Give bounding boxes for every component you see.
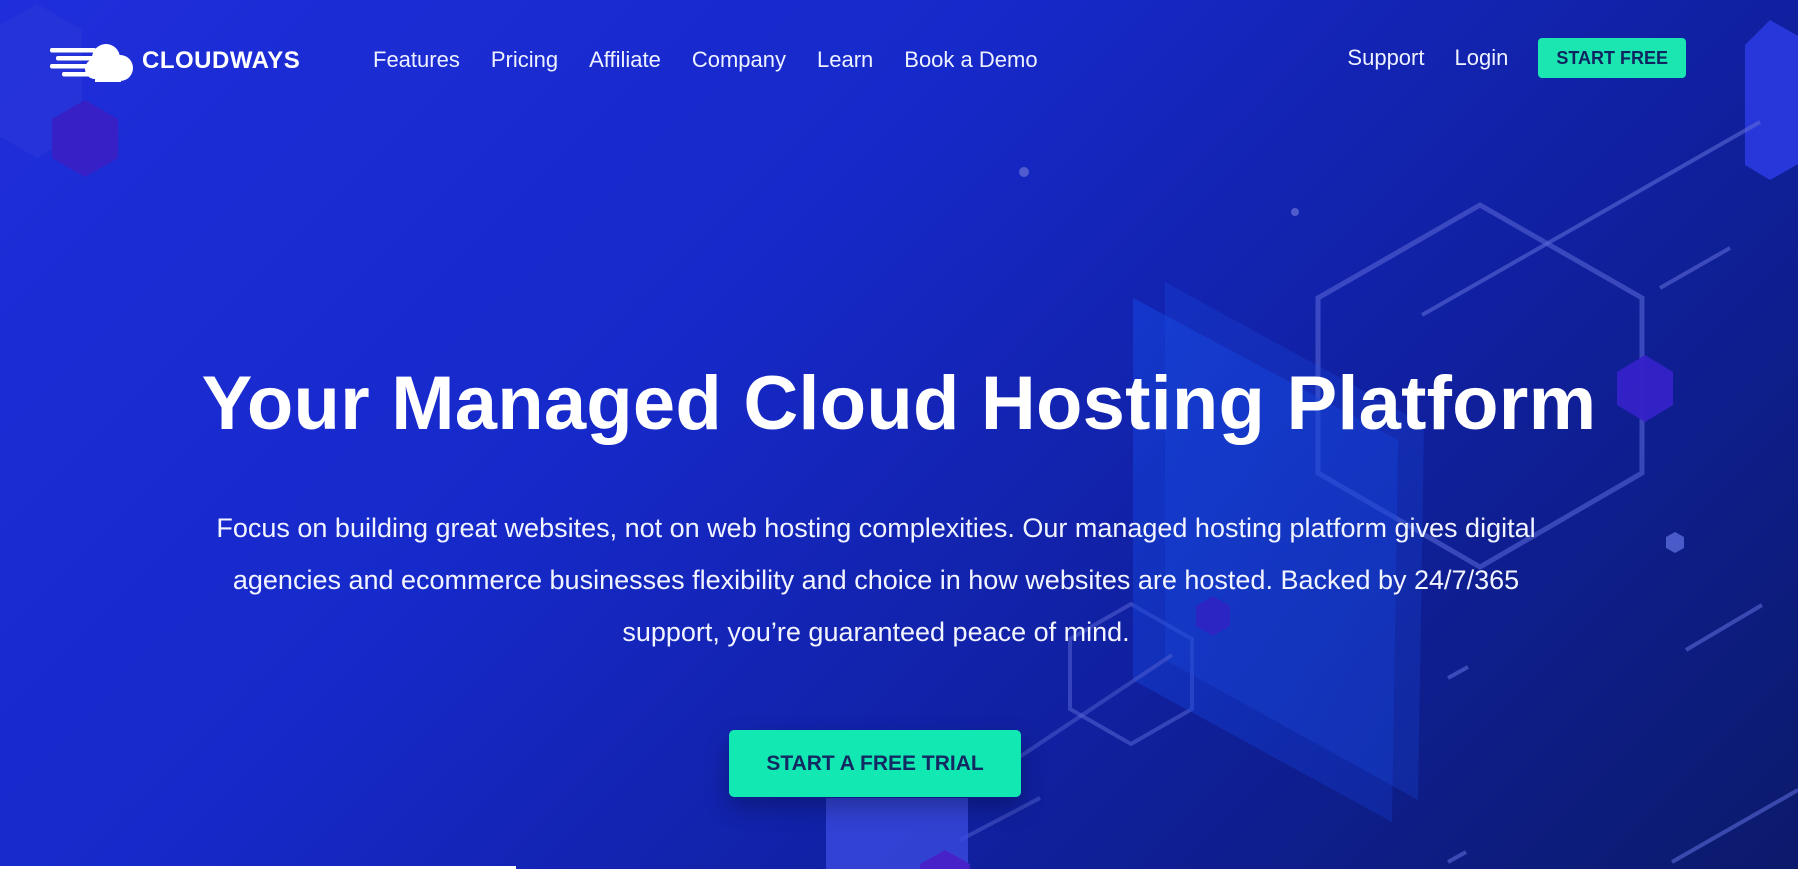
dot-shape (1019, 167, 1029, 177)
nav-link-support[interactable]: Support (1347, 42, 1424, 74)
dot-shape (1291, 208, 1299, 216)
hexagon-shape (1666, 532, 1684, 553)
diagonal-line (998, 653, 1174, 772)
diagonal-line (1659, 246, 1731, 290)
start-free-button[interactable]: START FREE (1538, 38, 1686, 78)
nav-link-pricing[interactable]: Pricing (491, 44, 558, 76)
start-free-trial-button[interactable]: START A FREE TRIAL (729, 730, 1021, 797)
diagonal-line (959, 796, 1041, 842)
nav-link-affiliate[interactable]: Affiliate (589, 44, 661, 76)
top-navigation: CLOUDWAYS Features Pricing Affiliate Com… (0, 0, 1798, 118)
nav-link-book-demo[interactable]: Book a Demo (904, 44, 1037, 76)
nav-link-login[interactable]: Login (1454, 42, 1508, 74)
diagonal-line (1447, 850, 1467, 864)
main-menu: Features Pricing Affiliate Company Learn… (373, 44, 1038, 76)
panel-shape (826, 798, 968, 869)
brand-logo[interactable]: CLOUDWAYS (50, 36, 300, 86)
cloud-logo-icon (50, 44, 133, 82)
hero-title: Your Managed Cloud Hosting Platform (201, 361, 1597, 446)
nav-actions: Support Login START FREE (1347, 38, 1686, 78)
diagonal-line (1671, 788, 1798, 864)
hero-section: CLOUDWAYS Features Pricing Affiliate Com… (0, 0, 1798, 869)
nav-link-company[interactable]: Company (692, 44, 786, 76)
diagonal-line (1447, 665, 1469, 680)
nav-link-features[interactable]: Features (373, 44, 460, 76)
diagonal-line (1684, 603, 1764, 652)
hero-subtitle: Focus on building great websites, not on… (216, 513, 1536, 647)
hexagon-shape (920, 850, 970, 869)
diagonal-line (1421, 120, 1761, 317)
brand-name: CLOUDWAYS (142, 47, 301, 74)
nav-link-learn[interactable]: Learn (817, 44, 873, 76)
